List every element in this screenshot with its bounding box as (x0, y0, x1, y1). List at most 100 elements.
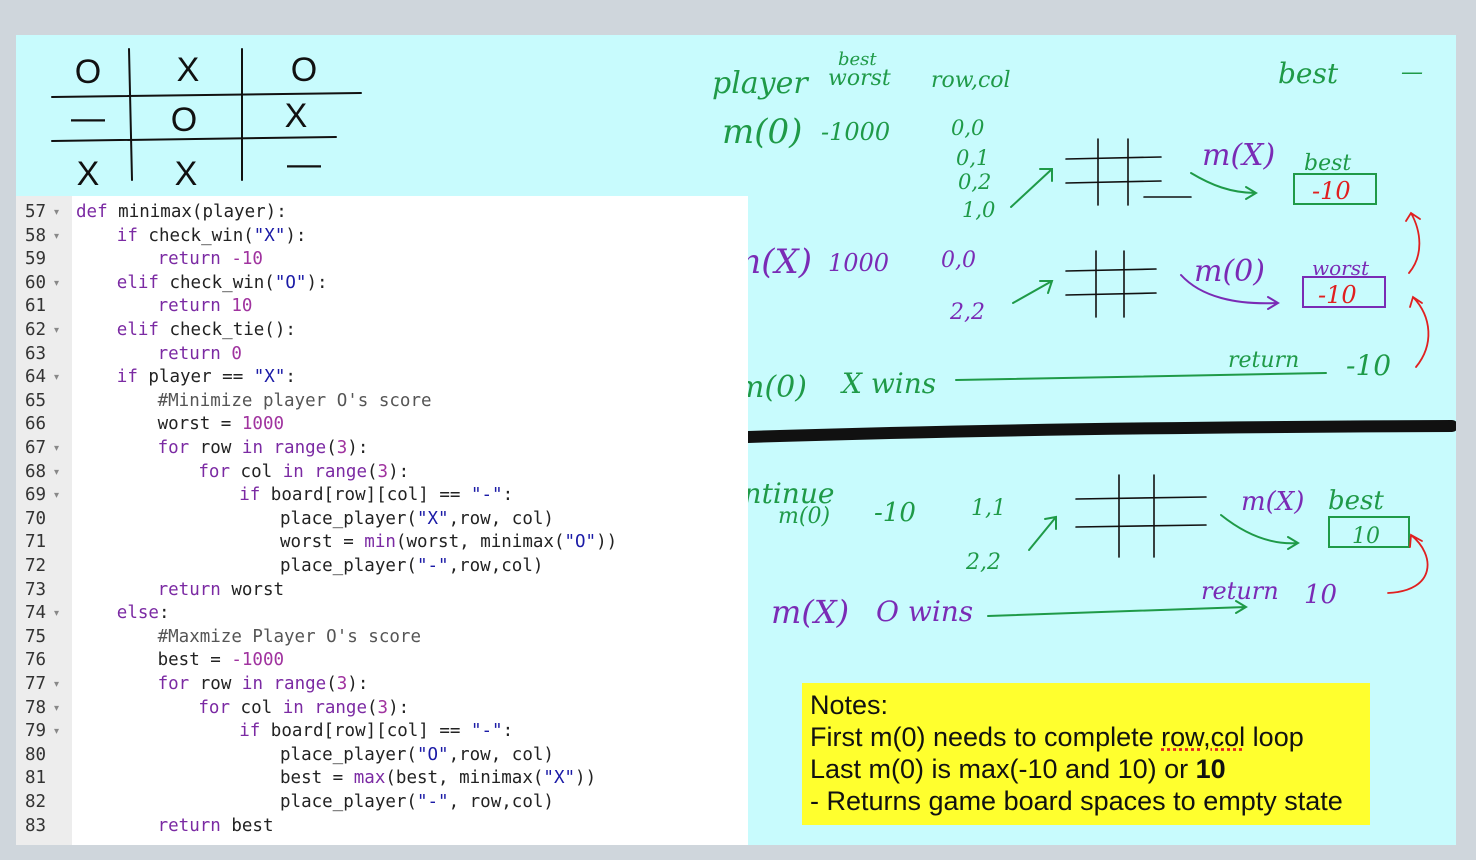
board-cell: O (75, 53, 101, 91)
header-worst: worst (828, 66, 891, 91)
cont-value: -10 (874, 498, 916, 528)
code-line[interactable]: if board[row][col] == "-": (239, 484, 513, 508)
code-line[interactable]: worst = min(worst, minimax("O")) (280, 531, 617, 555)
owins-text: O wins (876, 595, 973, 628)
code-line[interactable]: def minimax(player): (76, 201, 287, 225)
owins-return: return (1201, 577, 1279, 605)
line-number: 72 (25, 556, 47, 576)
fold-toggle-icon[interactable]: ▾ (54, 437, 59, 461)
line-number: 65 (25, 390, 47, 411)
code-line[interactable]: for col in range(3): (198, 461, 409, 485)
header-dash: — (1401, 60, 1423, 85)
line-number: 73 (25, 579, 47, 600)
code-line[interactable]: if player == "X": (117, 366, 296, 390)
code-line[interactable]: return best (158, 815, 274, 839)
code-line[interactable]: return 0 (158, 343, 242, 367)
mini-board-2 (1065, 250, 1157, 318)
spellcheck-word: row,col (1161, 722, 1246, 752)
cont-box-title: best (1328, 486, 1384, 516)
mini-board-3 (1075, 474, 1207, 558)
board-cell: X (175, 155, 198, 193)
section-divider (713, 420, 1456, 444)
fold-toggle-icon[interactable]: ▾ (54, 697, 59, 721)
code-line[interactable]: return worst (158, 579, 284, 603)
notes-title: Notes: (810, 690, 889, 720)
cont-box-value: 10 (1352, 524, 1380, 549)
code-line[interactable]: if check_win("X"): (117, 225, 307, 249)
mx-box-value: -10 (1318, 281, 1357, 309)
cont-row: 1,1 (971, 496, 1006, 521)
header-rowcol: row,col (931, 68, 1011, 93)
cont-arrow-label: m(X) (1241, 487, 1304, 517)
code-line[interactable]: best = max(best, minimax("X")) (280, 767, 596, 791)
mx-arrow-label: m(0) (1194, 254, 1265, 289)
fold-toggle-icon[interactable]: ▾ (54, 602, 59, 626)
code-line[interactable]: for col in range(3): (198, 697, 409, 721)
fold-toggle-icon[interactable]: ▾ (54, 201, 59, 225)
m0-box-value: -10 (1312, 177, 1351, 205)
m0-arrow-label: m(X) (1202, 138, 1275, 173)
fold-toggle-icon[interactable]: ▾ (54, 720, 59, 744)
line-number: 80 (25, 744, 47, 765)
code-line[interactable]: best = -1000 (158, 649, 284, 673)
line-number: 82 (25, 792, 47, 812)
header-player: player (712, 66, 809, 101)
m0-row: 0,0 (951, 116, 984, 140)
code-line[interactable]: place_player("-", row,col) (280, 791, 554, 815)
notes-box: Notes: First m(0) needs to complete row,… (802, 683, 1370, 825)
line-number: 63 (25, 343, 47, 364)
fold-toggle-icon[interactable]: ▾ (54, 225, 59, 249)
code-line[interactable]: place_player("O",row, col) (280, 744, 554, 768)
notes-line-2: Last m(0) is max(-10 and 10) or 10 (810, 754, 1226, 784)
board-cells: O X O — O X X X — (71, 51, 321, 193)
board-cell: X (77, 155, 100, 193)
code-line[interactable]: #Maxmize Player O's score (158, 626, 421, 650)
header-best-right: best (1278, 57, 1339, 90)
mx-value: 1000 (828, 249, 889, 277)
board-cell: — (71, 99, 105, 137)
m0-row: 0,2 (958, 170, 991, 194)
board-cell: O (291, 51, 317, 89)
xwins-return: return (1228, 348, 1299, 373)
code-line[interactable]: place_player("X",row, col) (280, 508, 554, 532)
code-line[interactable]: else: (117, 602, 170, 626)
fold-toggle-icon[interactable]: ▾ (54, 319, 59, 343)
line-number: 76 (25, 650, 47, 671)
notes-line-3: - Returns game board spaces to empty sta… (810, 786, 1343, 816)
fold-toggle-icon[interactable]: ▾ (54, 366, 59, 390)
code-line[interactable]: if board[row][col] == "-": (239, 720, 513, 744)
code-line[interactable]: worst = 1000 (158, 413, 284, 437)
code-line[interactable]: return -10 (158, 248, 263, 272)
code-line[interactable]: return 10 (158, 295, 253, 319)
board-cell: — (287, 145, 321, 183)
code-line[interactable]: place_player("-",row,col) (280, 555, 543, 579)
mx-box-title: worst (1312, 256, 1370, 280)
fold-toggle-icon[interactable]: ▾ (54, 484, 59, 508)
slide-canvas: O X O — O X X X — player best worst row,… (16, 35, 1456, 845)
mx-row: 2,2 (949, 300, 985, 325)
cont-call: m(0) (778, 504, 830, 529)
line-number: 71 (25, 532, 47, 553)
owins-call: m(X) (771, 593, 849, 631)
mini-board-1 (1065, 138, 1192, 206)
line-number-gutter: 57 ▾ 58 ▾ 59 60 ▾ 61 62 ▾ 63 64 ▾ 65 66 67 ▾ 68 ▾ 69 ▾ 70 71 72… (16, 196, 72, 845)
code-line[interactable]: for row in range(3): (158, 437, 369, 461)
line-number: 59 (25, 249, 47, 270)
code-line[interactable]: #Minimize player O's score (158, 390, 432, 414)
code-line[interactable]: elif check_tie(): (117, 319, 296, 343)
fold-toggle-icon[interactable]: ▾ (54, 461, 59, 485)
code-line[interactable]: elif check_win("O"): (117, 272, 328, 296)
notes-line-1: First m(0) needs to complete row,col loo… (810, 722, 1304, 752)
mx-row: 0,0 (941, 248, 976, 273)
code-editor: 57 ▾ 58 ▾ 59 60 ▾ 61 62 ▾ 63 64 ▾ 65 66 67 ▾ 68 ▾ 69 ▾ 70 71 72… (16, 196, 748, 845)
xwins-value: -10 (1346, 349, 1391, 382)
line-number: 83 (25, 815, 47, 836)
m0-row: 0,1 (956, 146, 989, 170)
code-line[interactable]: for row in range(3): (158, 673, 369, 697)
line-number: 66 (25, 414, 47, 435)
fold-toggle-icon[interactable]: ▾ (54, 272, 59, 296)
line-number: 81 (25, 768, 47, 789)
board-cell: X (285, 97, 308, 135)
fold-toggle-icon[interactable]: ▾ (54, 673, 59, 697)
m0-box-title: best (1304, 151, 1351, 176)
